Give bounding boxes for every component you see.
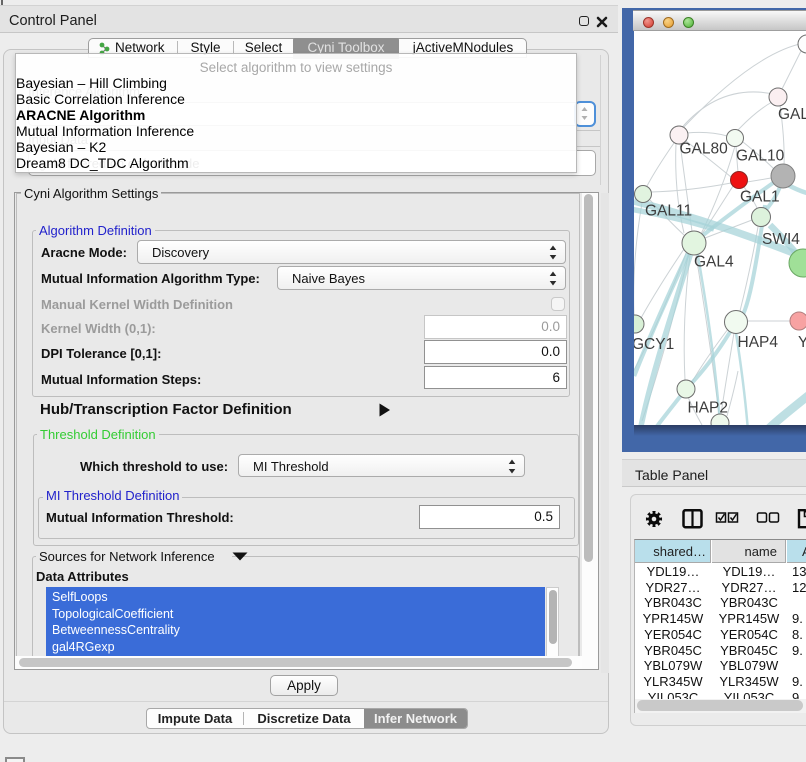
svg-text:GAL2: GAL2 <box>778 106 806 123</box>
svg-text:SWI4: SWI4 <box>762 231 800 248</box>
svg-text:HAP2: HAP2 <box>688 400 729 417</box>
svg-text:GAL10: GAL10 <box>736 148 785 165</box>
svg-text:GCY1: GCY1 <box>634 336 674 353</box>
svg-text:GAL1: GAL1 <box>740 189 780 206</box>
svg-text:YM: YM <box>798 334 806 351</box>
svg-text:HAP4: HAP4 <box>738 334 779 351</box>
svg-text:GAL11: GAL11 <box>645 203 692 220</box>
svg-text:GAL4: GAL4 <box>694 254 734 271</box>
svg-text:GAL80: GAL80 <box>680 141 729 158</box>
